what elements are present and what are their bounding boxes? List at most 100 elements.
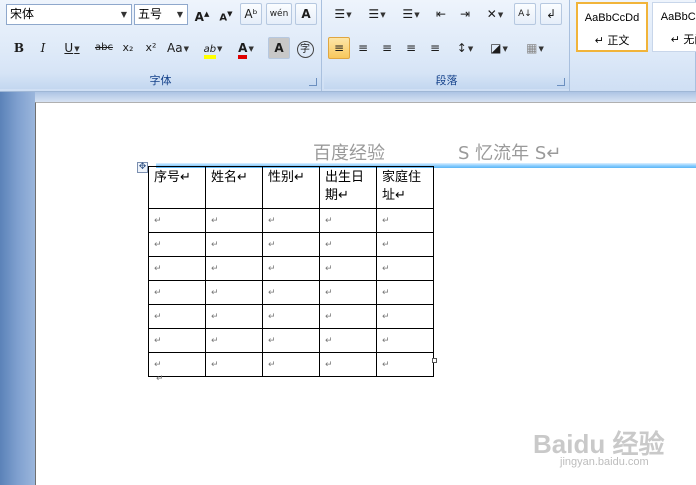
align-center-button[interactable]: ≡ — [352, 37, 374, 59]
grow-font-button[interactable]: A▲ — [191, 3, 213, 25]
cell-end-mark: ↵ — [154, 288, 162, 298]
table-cell[interactable]: ↵ — [319, 232, 377, 257]
table-cell[interactable]: ↵ — [148, 328, 206, 353]
table-cell[interactable]: ↵ — [376, 256, 434, 281]
table-cell[interactable]: ↵ — [262, 208, 320, 233]
show-marks-button[interactable]: ↲ — [540, 3, 562, 25]
shrink-font-button[interactable]: A▼ — [215, 3, 237, 25]
paragraph-dialog-launcher-icon[interactable] — [557, 78, 565, 86]
grow-font-icon: A — [194, 10, 204, 24]
table-row: ↵ ↵ ↵ ↵ ↵ — [148, 352, 434, 377]
underline-button[interactable]: U▼ — [56, 37, 88, 59]
table-cell[interactable]: ↵ — [262, 256, 320, 281]
style-name: ↵ 正文 — [594, 34, 630, 47]
table-header-cell[interactable]: 家庭住址↵ — [376, 166, 434, 209]
table-cell[interactable]: ↵ — [205, 208, 263, 233]
chinese-layout-button[interactable]: ✕▼ — [480, 3, 510, 25]
table-cell[interactable]: ↵ — [205, 232, 263, 257]
cell-end-mark: ↵ — [382, 288, 390, 298]
table-cell[interactable]: ↵ — [148, 280, 206, 305]
align-left-button[interactable]: ≡ — [328, 37, 350, 59]
table-cell[interactable]: ↵ — [148, 256, 206, 281]
strikethrough-button[interactable]: abc — [92, 37, 116, 59]
table-cell[interactable]: ↵ — [376, 232, 434, 257]
line-spacing-button[interactable]: ↕▼ — [450, 37, 480, 59]
table-cell[interactable]: ↵ — [376, 208, 434, 233]
table-resize-handle[interactable] — [432, 358, 437, 363]
table-cell[interactable]: ↵ — [319, 304, 377, 329]
table-cell[interactable]: ↵ — [319, 328, 377, 353]
subscript-button[interactable]: x₂ — [117, 37, 139, 59]
cell-end-mark: ↵ — [211, 216, 219, 226]
cell-end-mark: ↵ — [154, 240, 162, 250]
style-no-spacing[interactable]: AaBbCcDd ↵ 无间 — [652, 2, 696, 52]
character-shading-button[interactable]: A — [268, 37, 290, 59]
table-cell[interactable]: ↵ — [262, 280, 320, 305]
decrease-indent-button[interactable]: ⇤ — [430, 3, 452, 25]
superscript-button[interactable]: x² — [140, 37, 162, 59]
numbering-button[interactable]: ☰▼ — [362, 3, 392, 25]
table-cell[interactable]: ↵ — [319, 280, 377, 305]
clear-format-button[interactable]: Aᵇ — [240, 3, 262, 25]
cell-end-mark: ↵ — [154, 216, 162, 226]
table-cell[interactable]: ↵ — [205, 280, 263, 305]
cell-end-mark: ↵ — [382, 360, 390, 370]
distribute-button[interactable]: ≡ — [424, 37, 446, 59]
table-cell[interactable]: ↵ — [319, 352, 377, 377]
table-header-cell[interactable]: 性别↵ — [262, 166, 320, 209]
highlight-button[interactable]: ab▼ — [197, 37, 229, 59]
decrease-indent-icon: ⇤ — [435, 7, 447, 21]
font-name-combo[interactable]: 宋体 ▼ — [6, 4, 132, 25]
table-cell[interactable]: ↵ — [262, 304, 320, 329]
table-cell[interactable]: ↵ — [148, 208, 206, 233]
table-header-cell[interactable]: 出生日期↵ — [319, 166, 377, 209]
table-cell[interactable]: ↵ — [319, 256, 377, 281]
header-cell-text: 出生日期↵ — [325, 170, 365, 203]
table-cell[interactable]: ↵ — [205, 304, 263, 329]
table-header-cell[interactable]: 序号↵ — [148, 166, 206, 209]
phonetic-guide-button[interactable]: wén — [266, 3, 292, 25]
bold-button[interactable]: B — [8, 37, 30, 59]
enclose-characters-button[interactable]: 字 — [294, 37, 316, 59]
table-header-cell[interactable]: 姓名↵ — [205, 166, 263, 209]
table-cell[interactable]: ↵ — [262, 328, 320, 353]
table-move-handle-icon[interactable]: ✥ — [137, 162, 148, 173]
character-border-button[interactable]: A — [295, 3, 317, 25]
bullets-button[interactable]: ☰▼ — [328, 3, 358, 25]
table-cell[interactable]: ↵ — [205, 256, 263, 281]
header-right-text: S 忆流年 S↵ — [458, 143, 562, 164]
table-cell[interactable]: ↵ — [205, 328, 263, 353]
chevron-down-icon: ▼ — [217, 44, 223, 53]
sort-button[interactable]: A↓ — [514, 3, 536, 25]
table-cell[interactable]: ↵ — [262, 352, 320, 377]
table-cell[interactable]: ↵ — [319, 208, 377, 233]
borders-button[interactable]: ▦▼ — [518, 37, 552, 59]
table-cell[interactable]: ↵ — [376, 328, 434, 353]
table-row: ↵ ↵ ↵ ↵ ↵ — [148, 232, 434, 257]
chevron-down-icon: ▼ — [346, 10, 352, 19]
table-cell[interactable]: ↵ — [376, 352, 434, 377]
table-cell[interactable]: ↵ — [148, 352, 206, 377]
table-cell[interactable]: ↵ — [262, 232, 320, 257]
table-cell[interactable]: ↵ — [376, 304, 434, 329]
align-right-button[interactable]: ≡ — [376, 37, 398, 59]
multilevel-list-button[interactable]: ☰▼ — [396, 3, 426, 25]
change-case-button[interactable]: Aa▼ — [163, 37, 193, 59]
table-cell[interactable]: ↵ — [205, 352, 263, 377]
document-table[interactable]: 序号↵ 姓名↵ 性别↵ 出生日期↵ 家庭住址↵ ↵ ↵ ↵ ↵ ↵ ↵ ↵ ↵ ↵ ↵ ↵ ↵ ↵ ↵ ↵ ↵… — [148, 166, 434, 377]
justify-button[interactable]: ≡ — [400, 37, 422, 59]
italic-icon: I — [40, 41, 46, 55]
increase-indent-button[interactable]: ⇥ — [454, 3, 476, 25]
table-cell[interactable]: ↵ — [148, 304, 206, 329]
font-color-button[interactable]: A▼ — [230, 37, 262, 59]
italic-button[interactable]: I — [32, 37, 54, 59]
table-cell[interactable]: ↵ — [148, 232, 206, 257]
cell-end-mark: ↵ — [154, 360, 162, 370]
justify-icon: ≡ — [405, 41, 417, 55]
style-normal[interactable]: AaBbCcDd ↵ 正文 — [576, 2, 648, 52]
font-size-combo[interactable]: 五号 ▼ — [134, 4, 188, 25]
font-dialog-launcher-icon[interactable] — [309, 78, 317, 86]
table-cell[interactable]: ↵ — [376, 280, 434, 305]
shading-button[interactable]: ◪▼ — [484, 37, 514, 59]
cell-end-mark: ↵ — [211, 240, 219, 250]
